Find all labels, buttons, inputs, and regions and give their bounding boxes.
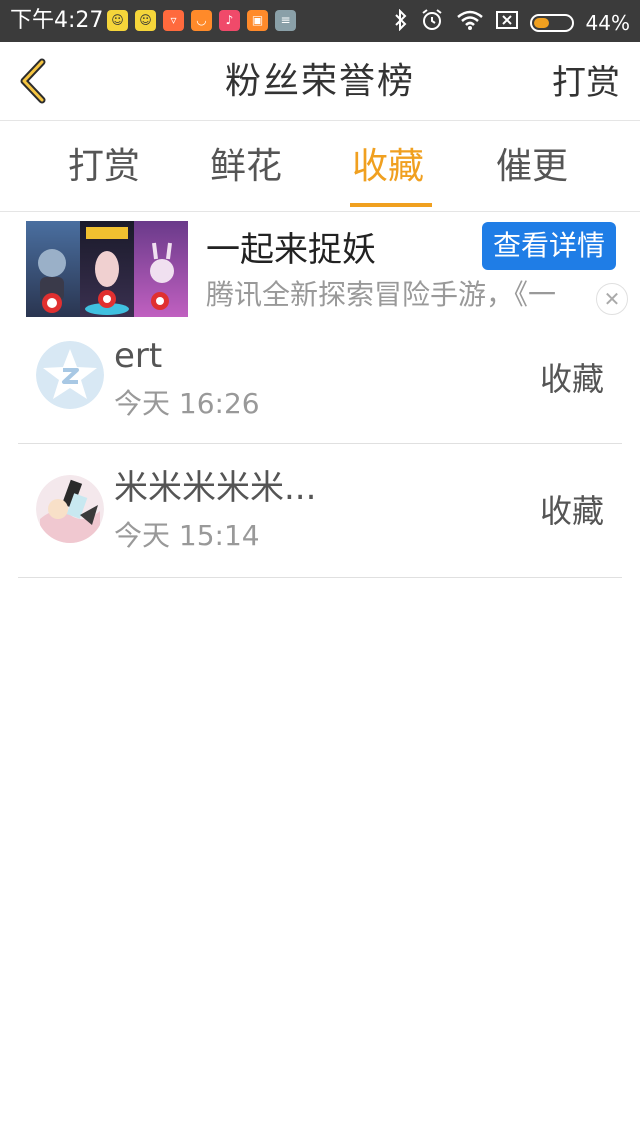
bluetooth-icon [394,8,408,37]
timestamp: 今天 16:26 [114,387,260,420]
user-name: ert [114,336,163,376]
list-item[interactable]: 米米米米米... 今天 15:14 收藏 [18,443,622,578]
tab-bar: 打赏 鲜花 收藏 催更 [0,121,640,212]
tab-favorites[interactable]: 收藏 [352,143,424,191]
battery-percent: 44% [585,11,630,35]
action-label: 收藏 [539,492,604,530]
ad-image-panel [26,221,80,317]
reward-button[interactable]: 打赏 [552,62,620,104]
ad-title: 一起来捉妖 [206,230,376,270]
ad-image [26,221,188,317]
page-title: 粉丝荣誉榜 [224,61,415,102]
ad-description: 腾讯全新探索冒险手游，《一 [206,278,557,311]
qq-app-icon: ☺ [107,10,128,31]
tab-reward[interactable]: 打赏 [68,143,140,191]
ad-banner[interactable]: 一起来捉妖 查看详情 腾讯全新探索冒险手游，《一 [0,212,640,324]
user-name: 米米米米米... [114,468,317,508]
avatar [36,475,104,543]
notification-icons: ☺ ☺ ▿ ◡ ♪ ▣ ≡ [107,10,296,31]
tab-urge-update[interactable]: 催更 [496,143,568,191]
music-app-icon: ♪ [219,10,240,31]
status-bar: 下午4:27 ☺ ☺ ▿ ◡ ♪ ▣ ≡ 44% [0,0,640,42]
active-tab-indicator [350,203,432,207]
list-item[interactable]: ert 今天 16:26 收藏 [18,325,622,444]
avatar [36,341,104,409]
sim-icon [495,10,518,36]
status-right: 44% [394,8,630,38]
tmall-app-icon: ◡ [191,10,212,31]
qq-app-icon: ☺ [135,10,156,31]
ad-image-panel [134,221,188,317]
mi-app-icon: ▣ [247,10,268,31]
app-header: 粉丝荣誉榜 打赏 [0,42,640,121]
battery-icon [529,14,574,32]
taobao-app-icon: ▿ [163,10,184,31]
action-label: 收藏 [539,360,604,398]
close-icon[interactable]: ✕ [596,283,628,315]
timestamp: 今天 15:14 [114,519,260,552]
status-time: 下午4:27 [10,8,104,33]
alarm-icon [420,8,444,38]
wifi-icon [456,9,484,37]
notes-app-icon: ≡ [275,10,296,31]
battery-fill [533,18,550,28]
ad-image-panel [80,221,134,317]
tab-flowers[interactable]: 鲜花 [210,143,282,191]
ad-view-details-button[interactable]: 查看详情 [482,222,616,270]
